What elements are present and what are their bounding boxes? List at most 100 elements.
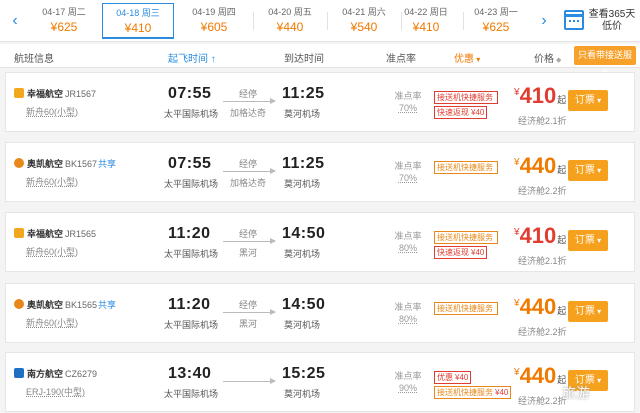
aircraft-type[interactable]: 新舟60(小型) [26,175,78,188]
airline-name: 奥凯航空 [27,300,64,310]
price-suffix: 起 [557,165,567,175]
book-button[interactable]: 订票 [568,90,608,111]
offer-tag[interactable]: 快速返现 ¥40 [434,246,488,259]
discount-label: 经济舱2.2折 [518,396,567,406]
ontime-rate[interactable]: 70% [388,103,428,113]
ontime-label: 准点率 [394,231,422,241]
airline-info: 幸福航空 JR1565 [14,227,97,240]
next-date-icon[interactable]: › [533,0,555,42]
stopover-city: 加格达奇 [229,178,266,188]
offer-tag[interactable]: 接送机快捷服务 [434,161,498,174]
airline-name: 幸福航空 [27,89,64,99]
depart-airport: 太平国际机场 [164,109,219,119]
depart-time: 11:20 [168,225,211,242]
col-depart-sort[interactable]: 起飞时间 [168,50,216,65]
offer-tag-label: 接送机快捷服务 [437,93,493,102]
col-airline: 航班信息 [14,54,54,65]
aircraft-type[interactable]: 新舟60(小型) [26,105,78,118]
ontime-label: 准点率 [394,371,422,381]
stopover-label[interactable]: 经停 [223,298,273,311]
offer-tag[interactable]: 优惠 ¥40 [434,371,472,384]
codeshare-badge[interactable]: 共享 [98,159,116,169]
col-offer-filter[interactable]: 优惠 [454,50,480,65]
date-tab-price: ¥625 [50,20,78,34]
airline-name: 幸福航空 [27,229,64,239]
low-price-calendar-button[interactable]: 查看365天低价 [560,4,638,38]
flight-number: JR1567 [65,89,97,99]
aircraft-type[interactable]: ERJ-190(中型) [26,385,85,398]
date-tab[interactable]: 04-23 周一 ¥625 [460,3,532,39]
col-price-sort[interactable]: 价格 [534,50,561,65]
offer-tag[interactable]: 接送机快捷服务 ¥40 [434,386,512,399]
watermark: 旅游 [562,385,590,401]
arrive-airport: 莫河机场 [284,389,321,399]
route-arrow-icon [223,168,276,174]
airline-name: 南方航空 [27,369,64,379]
book-button[interactable]: 订票 [568,230,608,251]
calendar-label: 查看365天低价 [588,9,636,32]
flight-row: 幸福航空 JR1567 新舟60(小型) 07:55 太平国际机场 经停 加格达奇 11:25… [5,72,635,132]
airline-info: 奥凯航空 BK1567共享 [14,157,116,170]
col-ontime-sort[interactable]: 准点率 [386,50,416,65]
discount-label: 经济舱2.2折 [518,327,567,337]
ontime-label: 准点率 [394,161,422,171]
date-tab[interactable]: 04-19 周四 ¥605 [178,3,250,39]
stopover-label[interactable]: 经停 [223,227,273,240]
flight-number: CZ6279 [65,369,98,379]
depart-airport: 太平国际机场 [164,320,219,330]
stopover-city: 黑河 [238,319,257,329]
airline-logo-icon [14,88,24,98]
flight-number: BK1565 [65,300,98,310]
ontime-label: 准点率 [394,302,422,312]
airline-logo-icon [14,158,24,168]
ontime-rate[interactable]: 80% [388,243,428,253]
stopover-label[interactable]: 经停 [223,157,273,170]
book-button[interactable]: 订票 [568,160,608,181]
depart-time: 07:55 [168,155,212,172]
date-tab-price: ¥410 [412,20,440,34]
offer-tag[interactable]: 接送机快捷服务 [434,302,498,315]
ontime-rate[interactable]: 80% [388,314,428,324]
arrive-time: 11:25 [282,155,325,172]
price: ¥440起 [514,153,566,179]
date-tab[interactable]: 04-20 周五 ¥440 [254,3,326,39]
ontime-rate[interactable]: 70% [388,173,428,183]
flight-row: 南方航空 CZ6279 ERJ-190(中型) 13:40 太平国际机场 15:25 莫河机… [5,352,635,412]
col-arrive-sort[interactable]: 到达时间 [284,50,324,65]
airline-info: 奥凯航空 BK1565共享 [14,298,116,311]
date-tab-active[interactable]: 04-18 周三 ¥410 [102,3,174,39]
price-value: 410 [519,83,557,108]
arrive-airport: 莫河机场 [284,109,321,119]
offer-tag[interactable]: 快速返现 ¥40 [434,106,488,119]
arrive-airport: 莫河机场 [284,179,321,189]
flight-row: 幸福航空 JR1565 新舟60(小型) 11:20 太平国际机场 经停 黑河 14:50 莫河… [5,212,635,272]
price: ¥440起 [514,363,566,389]
arrive-time: 15:25 [282,365,326,382]
price: ¥410起 [514,83,566,109]
ontime-rate[interactable]: 90% [388,383,428,393]
price: ¥410起 [514,223,566,249]
stopover-label[interactable]: 经停 [223,87,273,100]
book-button[interactable]: 订票 [568,301,608,322]
date-tab-price: ¥440 [276,20,304,34]
arrive-airport: 莫河机场 [284,320,321,330]
offer-tag-value: ¥40 [471,108,485,117]
date-tab-label: 04-18 周三 [116,8,160,18]
arrive-time: 14:50 [282,296,326,313]
offer-tag[interactable]: 接送机快捷服务 [434,231,498,244]
codeshare-badge[interactable]: 共享 [98,300,116,310]
prev-date-icon[interactable]: ‹ [4,0,26,42]
offer-tag[interactable]: 接送机快捷服务 [434,91,498,104]
date-tab[interactable]: 04-22 周日 ¥410 [390,3,462,39]
route-arrow-icon [223,309,276,315]
price-suffix: 起 [557,95,567,105]
date-tab[interactable]: 04-17 周二 ¥625 [28,3,100,39]
aircraft-type[interactable]: 新舟60(小型) [26,245,78,258]
offer-tag-label: 接送机快捷服务 [437,304,493,313]
airline-logo-icon [14,299,24,309]
date-tab-label: 04-22 周日 [404,7,448,17]
aircraft-type[interactable]: 新舟60(小型) [26,316,78,329]
offer-tag-label: 接送机快捷服务 [437,388,493,397]
date-tab-price: ¥605 [200,20,228,34]
pickup-filter-button[interactable]: 只看带接送服务 [574,46,636,79]
